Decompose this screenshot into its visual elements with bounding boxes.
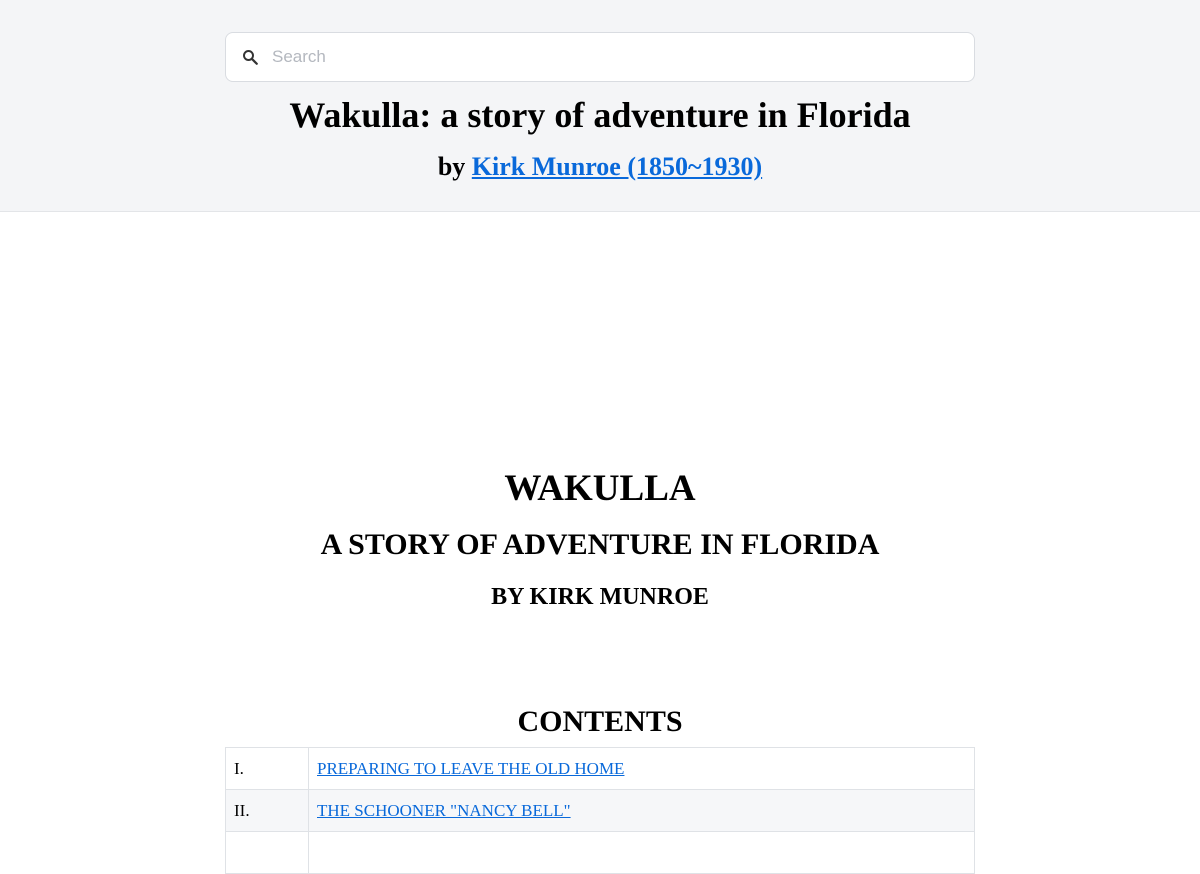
table-row: II. THE SCHOONER "NANCY BELL" xyxy=(225,789,975,832)
book-subheading: A STORY OF ADVENTURE IN FLORIDA xyxy=(320,528,880,561)
chapter-link[interactable]: THE SCHOONER "NANCY BELL" xyxy=(317,801,571,820)
search-input[interactable] xyxy=(272,37,974,77)
chapter-number: II. xyxy=(225,789,309,832)
byline: by Kirk Munroe (1850~1930) xyxy=(0,150,1200,184)
author-line: BY KIRK MUNROE xyxy=(491,584,709,610)
header: Wakulla: a story of adventure in Florida… xyxy=(0,0,1200,212)
contents-heading: CONTENTS xyxy=(517,705,683,738)
table-row xyxy=(225,831,975,874)
search-icon[interactable] xyxy=(228,33,272,81)
chapter-number: I. xyxy=(225,747,309,790)
table-row: I. PREPARING TO LEAVE THE OLD HOME xyxy=(225,747,975,790)
contents-table: I. PREPARING TO LEAVE THE OLD HOME II. T… xyxy=(225,747,975,874)
book-title: Wakulla: a story of adventure in Florida xyxy=(289,95,911,135)
chapter-number xyxy=(225,831,309,874)
byline-prefix: by xyxy=(437,152,466,181)
book-heading: WAKULLA xyxy=(504,468,696,509)
chapter-link[interactable]: PREPARING TO LEAVE THE OLD HOME xyxy=(317,759,624,778)
author-link[interactable]: Kirk Munroe (1850~1930) xyxy=(472,152,762,181)
search-box[interactable] xyxy=(225,32,975,82)
chapter-cell: THE SCHOONER "NANCY BELL" xyxy=(308,789,975,832)
chapter-cell: PREPARING TO LEAVE THE OLD HOME xyxy=(308,747,975,790)
chapter-cell xyxy=(308,831,975,874)
